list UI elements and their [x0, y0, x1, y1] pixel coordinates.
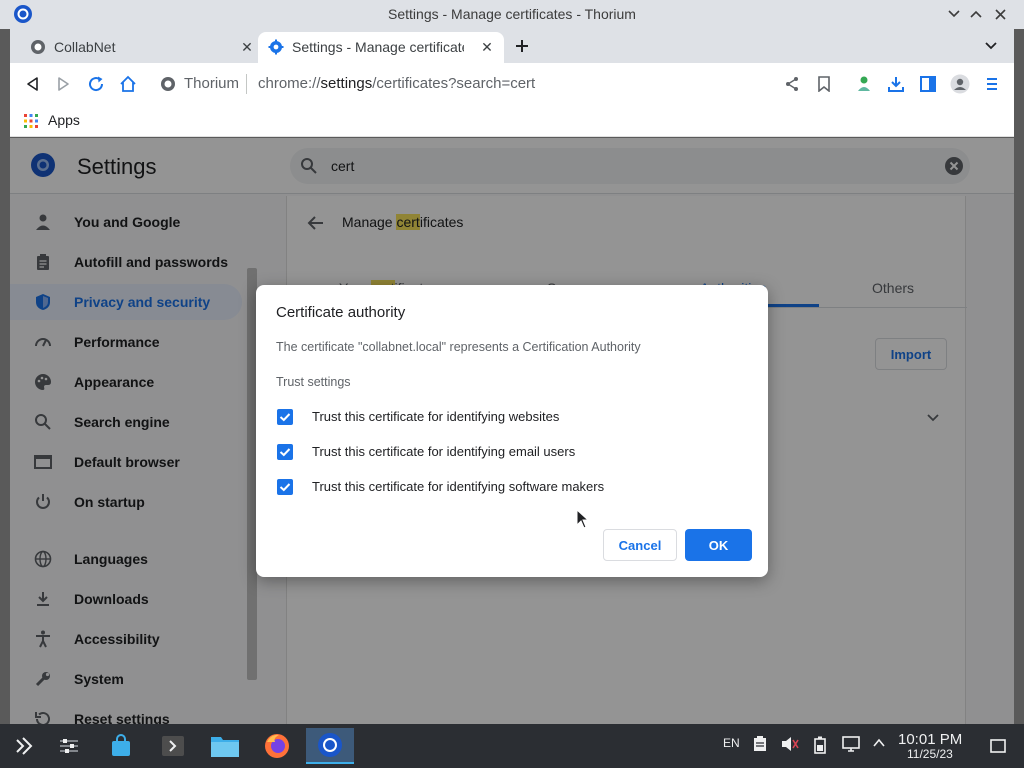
browser-toolbar: Thorium chrome://settings/certificates?s… [10, 63, 1014, 105]
battery-icon[interactable] [814, 736, 826, 754]
forward-arrow-icon [58, 77, 69, 91]
keyboard-layout[interactable]: EN [723, 736, 740, 750]
volume-muted-icon[interactable] [781, 736, 799, 752]
menu-icon [987, 78, 997, 90]
new-tab-button[interactable] [510, 34, 534, 58]
window-titlebar: Settings - Manage certificates - Thorium [0, 0, 1024, 29]
window-title: Settings - Manage certificates - Thorium [388, 6, 636, 22]
side-panel-icon [920, 76, 936, 92]
ok-button[interactable]: OK [685, 529, 752, 561]
clock-date[interactable]: 11/25/23 [907, 747, 953, 761]
bookmark-button[interactable] [812, 72, 836, 96]
checkbox-label: Trust this certificate for identifying w… [312, 409, 560, 424]
show-desktop-icon[interactable] [990, 739, 1006, 753]
tab-close-icon[interactable]: ✕ [238, 38, 256, 56]
reload-button[interactable] [84, 72, 108, 96]
terminal-icon [162, 736, 184, 756]
tab-close-icon[interactable]: ✕ [478, 38, 496, 56]
dialog-description: The certificate "collabnet.local" repres… [276, 340, 641, 354]
checkbox-label: Trust this certificate for identifying e… [312, 444, 576, 459]
firefox-icon [265, 734, 289, 758]
close-window-button[interactable] [989, 3, 1011, 25]
checkmark-icon [279, 448, 291, 457]
cancel-button[interactable]: Cancel [603, 529, 677, 561]
store-button[interactable] [102, 728, 140, 764]
terminal-button[interactable] [154, 728, 192, 764]
apps-bookmark[interactable]: Apps [48, 112, 80, 128]
taskbar: EN 10:01 PM 11/25/23 [0, 724, 1024, 768]
apps-grid-icon [24, 114, 38, 128]
share-icon [786, 77, 798, 91]
checkbox-checked[interactable] [277, 444, 293, 460]
checkbox-checked[interactable] [277, 479, 293, 495]
thorium-taskbar-button[interactable] [306, 728, 354, 764]
shopping-bag-icon [112, 734, 130, 756]
dialog-title: Certificate authority [276, 304, 406, 321]
profile-button[interactable] [948, 72, 972, 96]
clock-time[interactable]: 10:01 PM [898, 731, 962, 748]
back-arrow-icon [27, 77, 38, 91]
plus-icon [516, 40, 528, 52]
address-bar[interactable]: Thorium chrome://settings/certificates?s… [160, 69, 770, 99]
checkbox-checked[interactable] [277, 409, 293, 425]
gear-icon [268, 39, 284, 55]
share-button[interactable] [780, 72, 804, 96]
site-name: Thorium [184, 75, 240, 92]
tab-strip: CollabNet ✕ Settings - Manage certificat… [10, 29, 1014, 63]
bookmarks-bar: Apps [10, 105, 1014, 137]
checkmark-icon [279, 483, 291, 492]
extension-icon [858, 76, 870, 91]
url-host: settings [320, 75, 373, 92]
file-manager-button[interactable] [206, 728, 244, 764]
minimize-button[interactable] [943, 3, 965, 25]
close-icon [994, 8, 1006, 20]
mouse-cursor-icon [576, 509, 590, 529]
clipboard-icon[interactable] [753, 736, 767, 752]
omnibox-divider [246, 74, 247, 94]
chevron-up-icon [970, 10, 982, 18]
download-icon [888, 77, 904, 92]
url-text[interactable]: chrome://settings/certificates?search=ce… [258, 75, 535, 92]
side-panel-button[interactable] [916, 72, 940, 96]
firefox-button[interactable] [258, 728, 296, 764]
forward-button[interactable] [52, 72, 76, 96]
menu-button[interactable] [980, 72, 1004, 96]
system-settings-button[interactable] [50, 728, 88, 764]
trust-settings-heading: Trust settings [276, 375, 351, 389]
checkmark-icon [279, 413, 291, 422]
back-button[interactable] [20, 72, 44, 96]
downloads-button[interactable] [884, 72, 908, 96]
launcher-icon [16, 737, 33, 755]
maximize-button[interactable] [965, 3, 987, 25]
tab-label: Settings - Manage certificates [292, 39, 464, 55]
home-icon [120, 75, 136, 92]
url-path: /certificates?search=cert [372, 75, 536, 92]
chevron-up-icon[interactable] [872, 736, 886, 750]
thorium-logo-icon [318, 733, 342, 757]
avatar-icon [950, 74, 970, 94]
folder-icon [211, 737, 239, 757]
certificate-authority-dialog: Certificate authority The certificate "c… [256, 285, 768, 577]
globe-icon [31, 40, 45, 54]
tab-collabnet[interactable]: CollabNet ✕ [20, 32, 264, 63]
tab-label: CollabNet [54, 39, 116, 55]
tab-settings[interactable]: Settings - Manage certificates ✕ [258, 32, 504, 63]
tab-search-button[interactable] [980, 35, 1002, 57]
extension-button[interactable] [852, 72, 876, 96]
thorium-site-icon [161, 77, 175, 91]
chevron-down-icon [948, 10, 960, 18]
app-launcher-button[interactable] [4, 728, 42, 764]
bookmark-icon [818, 76, 830, 92]
home-button[interactable] [116, 72, 140, 96]
checkbox-label: Trust this certificate for identifying s… [312, 479, 605, 494]
url-scheme: chrome:// [258, 75, 321, 92]
network-icon[interactable] [842, 736, 860, 752]
sliders-icon [60, 739, 78, 753]
chevron-down-icon [985, 42, 997, 50]
reload-icon [89, 76, 104, 92]
